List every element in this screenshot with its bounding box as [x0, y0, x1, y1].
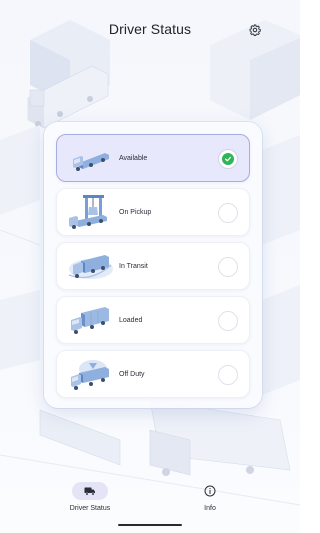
status-option-on-pickup[interactable]: On Pickup [56, 188, 250, 236]
status-option-available[interactable]: Available [56, 134, 250, 182]
status-option-label: On Pickup [119, 209, 152, 216]
checkmark-icon [222, 153, 234, 165]
status-radio[interactable] [218, 257, 238, 277]
parked-truck-icon [71, 360, 109, 390]
nav-active-indicator [72, 482, 108, 500]
nav-item-info[interactable]: Info [170, 482, 250, 522]
truck-icon [84, 487, 95, 496]
status-radio[interactable] [218, 203, 238, 223]
moving-truck-icon [68, 255, 113, 279]
gear-icon [249, 24, 261, 36]
status-option-label: In Transit [119, 263, 148, 270]
status-radio[interactable] [218, 365, 238, 385]
home-indicator [118, 524, 182, 526]
nav-label: Driver Status [69, 505, 111, 512]
status-option-label: Available [119, 155, 148, 162]
settings-button[interactable] [246, 21, 264, 39]
app-header: Driver Status [0, 0, 300, 60]
nav-item-driver-status[interactable]: Driver Status [50, 482, 130, 522]
nav-icon-holder [192, 482, 228, 500]
app-screen: Driver Status Available On Pickup In Tra… [0, 0, 300, 533]
status-option-label: Off Duty [119, 371, 145, 378]
status-option-label: Loaded [119, 317, 143, 324]
status-option-loaded[interactable]: Loaded [56, 296, 250, 344]
flatbed-truck-icon [73, 153, 109, 171]
container-truck-icon [71, 307, 109, 334]
status-radio[interactable] [218, 149, 238, 169]
status-option-in-transit[interactable]: In Transit [56, 242, 250, 290]
status-card: Available On Pickup In Transit Loaded Of… [44, 122, 262, 408]
status-option-off-duty[interactable]: Off Duty [56, 350, 250, 398]
info-icon [204, 485, 216, 497]
crane-loading-truck-icon [69, 195, 107, 229]
nav-label: Info [204, 505, 216, 512]
status-radio[interactable] [218, 311, 238, 331]
